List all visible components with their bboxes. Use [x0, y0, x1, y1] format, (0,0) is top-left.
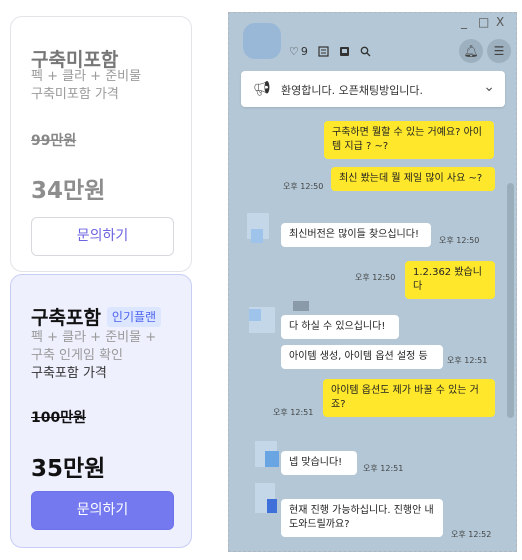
message-bubble-other[interactable]: 최신버전은 많이들 찾으십니다!	[281, 223, 431, 247]
plan-title-text: 구축포함	[31, 307, 101, 329]
message-bubble-mine[interactable]: 아이템 옵션도 제가 바꿀 수 있는 거죠?	[323, 379, 495, 417]
plan-description: 펙 + 클라 + 준비물 + 구축 인게임 확인 구축포함 가격	[31, 329, 156, 383]
notes-icon[interactable]	[318, 45, 329, 57]
sender-avatar-detail	[293, 301, 309, 311]
message-bubble-other[interactable]: 다 하실 수 있으십니다!	[281, 315, 399, 339]
message-time: 오후 12:50	[439, 236, 480, 245]
message-time: 오후 12:52	[451, 530, 492, 539]
inquiry-button[interactable]: 문의하기	[31, 491, 174, 530]
sender-avatar-detail	[251, 229, 263, 243]
plan-desc-line: 펙 + 클라 + 준비물 +	[31, 330, 157, 345]
message-bubble-other[interactable]: 아이템 생성, 아이템 옵션 설정 등	[281, 345, 443, 369]
announcement-text: 환영합니다. 오픈채팅방입니다.	[281, 84, 424, 97]
message-bubble-mine[interactable]: 구축하면 뭘할 수 있는 거예요? 아이템 지급 ? ~?	[324, 121, 494, 159]
message-time: 오후 12:50	[355, 273, 396, 282]
plan-card-basic: 구축미포함 펙 + 클라 + 준비물 구축미포함 가격 99만원 34만원 문의…	[10, 16, 192, 272]
message-bubble-other[interactable]: 현재 진행 가능하십니다. 진행안 내 도와드릴까요?	[281, 499, 443, 537]
message-time: 오후 12:50	[283, 182, 324, 191]
megaphone-icon: 📢︎	[253, 81, 271, 97]
announcement-bar[interactable]: 📢︎ 환영합니다. 오픈채팅방입니다. ⌄	[241, 71, 505, 107]
heart-icon: ♡	[289, 44, 299, 58]
original-price: 99만원	[31, 133, 77, 149]
chatroom-avatar[interactable]	[243, 23, 281, 59]
close-button[interactable]: X	[496, 15, 504, 29]
plan-title: 구축포함 인기플랜	[31, 303, 162, 330]
original-price: 100만원	[31, 410, 86, 426]
plan-desc-line: 구축포함 가격	[31, 366, 107, 381]
plan-card-plus: 구축포함 인기플랜 펙 + 클라 + 준비물 + 구축 인게임 확인 구축포함 가…	[10, 274, 192, 548]
sender-avatar-detail	[249, 309, 261, 321]
album-icon[interactable]	[339, 46, 350, 57]
message-bubble-mine[interactable]: 최신 봤는데 뭘 제일 많이 사요 ~?	[331, 167, 495, 191]
message-time: 오후 12:51	[363, 464, 404, 473]
maximize-button[interactable]: □	[478, 15, 489, 29]
inquiry-button[interactable]: 문의하기	[31, 217, 174, 256]
heart-count-value: 9	[300, 44, 308, 58]
plan-desc-line: 구축미포함 가격	[31, 87, 119, 102]
message-bubble-other[interactable]: 넵 맞습니다!	[281, 451, 357, 475]
minimize-button[interactable]: _	[461, 15, 467, 29]
popular-badge: 인기플랜	[106, 307, 162, 327]
sale-price: 34만원	[31, 178, 106, 204]
heart-count[interactable]: ♡ 9	[289, 45, 308, 58]
chevron-down-icon[interactable]: ⌄	[483, 79, 495, 95]
notification-bell-icon[interactable]: 🔔︎	[459, 39, 483, 63]
plan-description: 펙 + 클라 + 준비물 구축미포함 가격	[31, 68, 141, 104]
message-time: 오후 12:51	[447, 356, 488, 365]
chat-toolbar: ♡ 9	[289, 43, 371, 59]
chat-scrollbar[interactable]	[507, 183, 514, 418]
menu-icon[interactable]: ☰	[487, 39, 511, 63]
plan-desc-line: 펙 + 클라 + 준비물	[31, 69, 142, 84]
search-icon[interactable]	[360, 46, 371, 57]
message-bubble-mine[interactable]: 1.2.362 봤습니다	[405, 261, 495, 299]
message-time: 오후 12:51	[273, 408, 314, 417]
sender-avatar-detail	[267, 499, 277, 513]
plan-desc-line: 구축 인게임 확인	[31, 348, 123, 363]
sender-avatar-detail	[265, 451, 279, 467]
sale-price: 35만원	[31, 456, 106, 482]
chat-window: _ □ X ♡ 9 🔔︎ ☰ 📢︎ 환영합니다. 오픈채팅방입니다. ⌄ 구축하…	[228, 12, 517, 552]
